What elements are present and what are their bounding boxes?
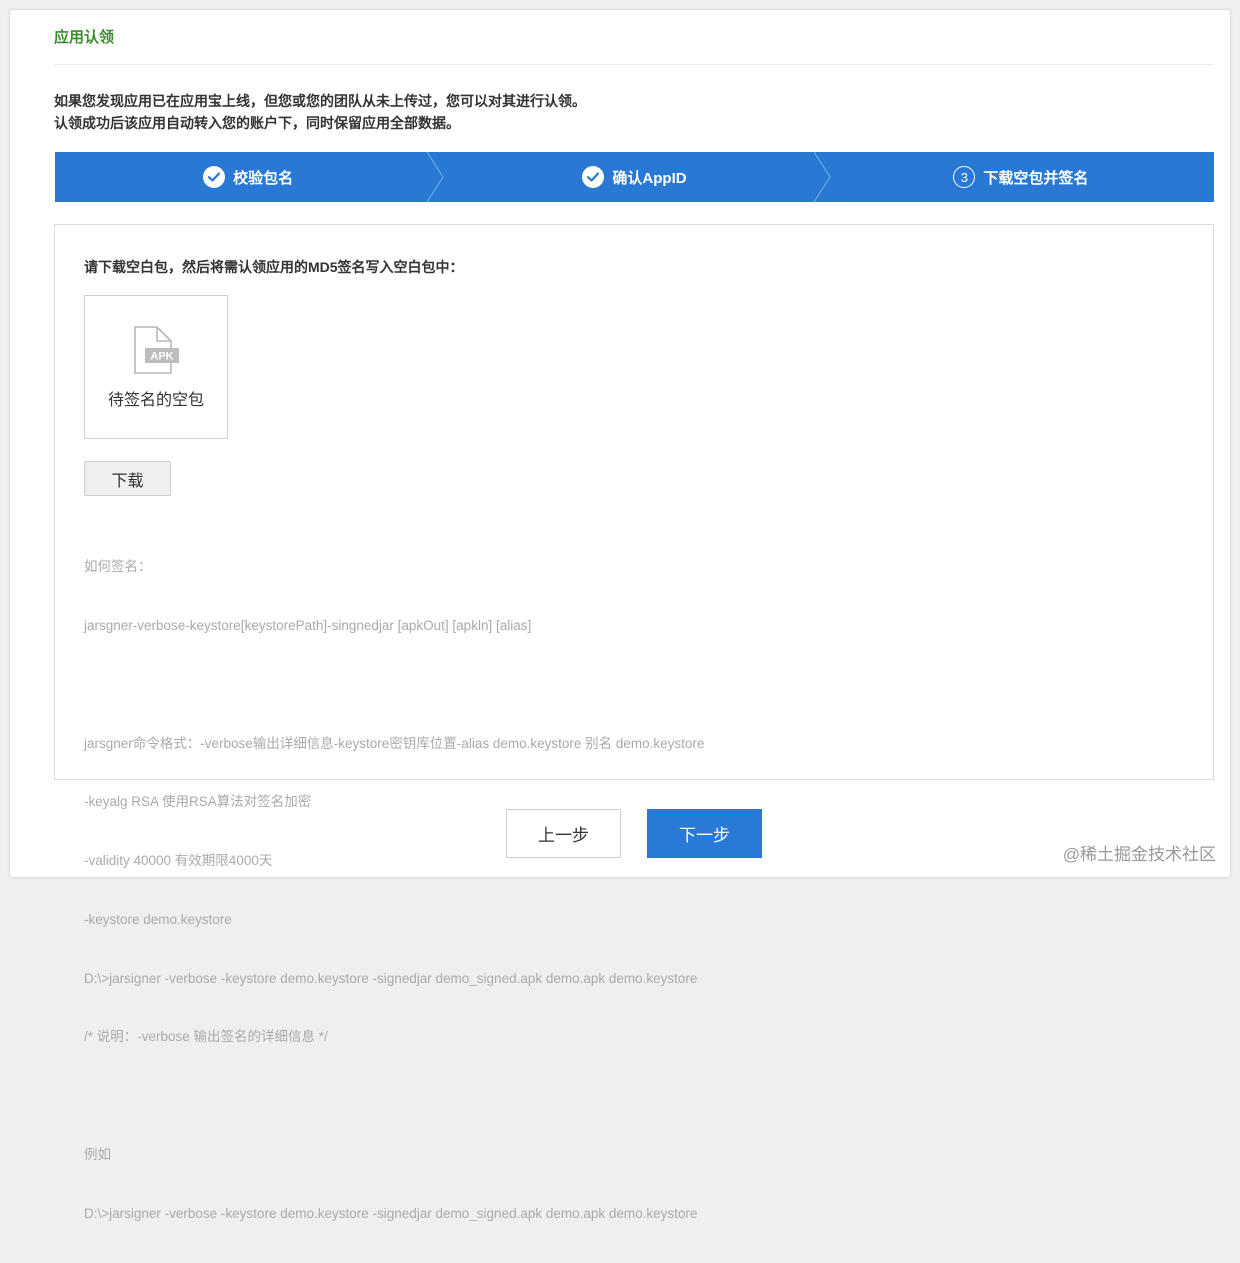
step-download-sign: 3 下载空包并签名 (828, 152, 1214, 202)
apk-file-icon: APK (134, 326, 179, 374)
step-label: 校验包名 (233, 169, 294, 187)
download-button[interactable]: 下载 (84, 461, 171, 496)
apk-file-card[interactable]: APK 待签名的空包 (84, 295, 228, 439)
title-divider (54, 64, 1214, 65)
help-line: -keystore demo.keystore (84, 911, 232, 927)
download-panel: 请下载空白包，然后将需认领应用的MD5签名写入空白包中： APK 待签名的空包 … (54, 224, 1214, 1221)
help-line: /* 说明：-verbose 输出签名的详细信息 */ (84, 1029, 328, 1045)
check-circle-icon (582, 166, 605, 188)
page-title: 应用认领 (54, 29, 115, 46)
intro-line-2: 认领成功后该应用自动转入您的账户下，同时保留应用全部数据。 (54, 115, 460, 131)
watermark-text: @稀土掘金技术社区 (1062, 845, 1216, 864)
check-circle-icon (203, 166, 226, 188)
help-line (84, 675, 704, 695)
apk-badge-text: APK (150, 351, 173, 363)
intro-line-1: 如果您发现应用已在应用宝上线，但您或您的团队从未上传过，您可以对其进行认领。 (54, 93, 586, 109)
intro-text: 如果您发现应用已在应用宝上线，但您或您的团队从未上传过，您可以对其进行认领。 认… (54, 90, 586, 134)
help-line: jarsgner-verbose-keystore[keystorePath]-… (84, 617, 532, 633)
help-line: jarsgner命令格式：-verbose输出详细信息-keystore密钥库位… (84, 735, 705, 751)
help-line: D:\>jarsigner -verbose -keystore demo.ke… (84, 1205, 698, 1221)
step-progress-bar: 校验包名 确认AppID 3 下载空包并签名 (55, 152, 1214, 202)
previous-step-button[interactable]: 上一步 (506, 809, 621, 858)
step-number-badge: 3 (953, 166, 976, 188)
apk-file-label: 待签名的空包 (107, 392, 204, 409)
panel-heading: 请下载空白包，然后将需认领应用的MD5签名写入空白包中： (84, 259, 464, 275)
help-line: 如何签名： (84, 559, 152, 575)
signing-instructions: 如何签名： jarsgner-verbose-keystore[keystore… (84, 518, 704, 1263)
help-line: D:\>jarsigner -verbose -keystore demo.ke… (84, 970, 698, 986)
help-line: 例如 (84, 1147, 111, 1162)
claim-card: 应用认领 如果您发现应用已在应用宝上线，但您或您的团队从未上传过，您可以对其进行… (10, 10, 1230, 1221)
step-label: 下载空包并签名 (983, 169, 1089, 187)
step-confirm-appid: 确认AppID (441, 152, 831, 202)
next-step-button[interactable]: 下一步 (647, 809, 762, 858)
step-label: 确认AppID (612, 169, 687, 187)
help-line (84, 1086, 704, 1106)
step-verify-package: 校验包名 (55, 152, 445, 202)
